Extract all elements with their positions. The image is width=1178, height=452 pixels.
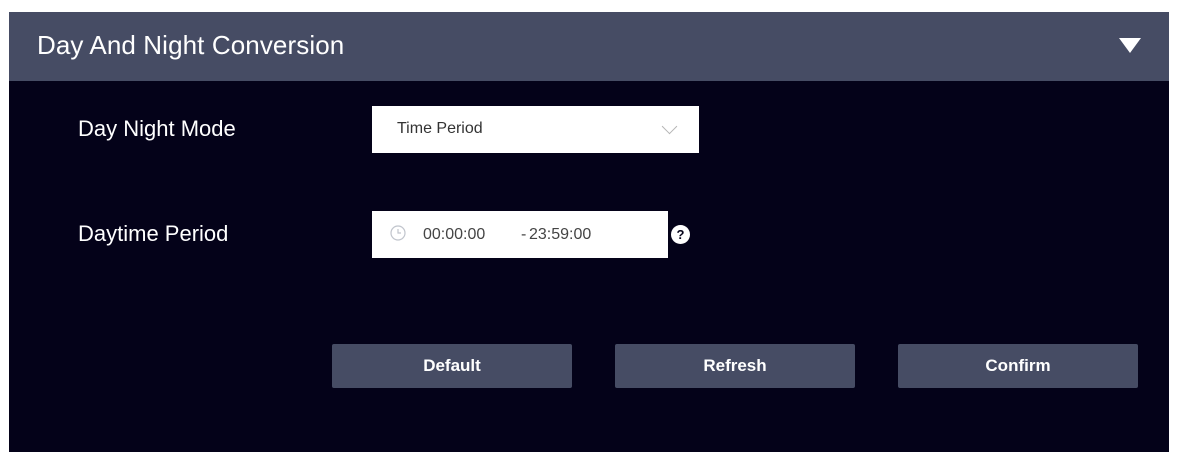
caret-down-icon[interactable] [1119, 38, 1141, 53]
default-button[interactable]: Default [332, 344, 572, 388]
day-night-mode-label: Day Night Mode [78, 116, 236, 141]
panel-title: Day And Night Conversion [37, 30, 345, 60]
confirm-button[interactable]: Confirm [898, 344, 1138, 388]
chevron-down-icon [661, 118, 678, 135]
period-start-time[interactable]: 00:00:00 [423, 226, 485, 244]
period-end-time[interactable]: 23:59:00 [529, 226, 591, 244]
daytime-period-input[interactable]: 00:00:00 - 23:59:00 [372, 211, 668, 258]
help-icon[interactable]: ? [671, 225, 690, 244]
panel-header[interactable]: Day And Night Conversion [9, 12, 1169, 81]
daytime-period-label: Daytime Period [78, 221, 229, 246]
day-night-mode-select[interactable]: Time Period [372, 106, 699, 153]
clock-icon [390, 225, 406, 241]
refresh-button[interactable]: Refresh [615, 344, 855, 388]
period-separator: - [521, 226, 527, 243]
day-night-panel: Day And Night Conversion Day Night Mode … [9, 12, 1169, 452]
day-night-mode-value: Time Period [397, 120, 483, 137]
